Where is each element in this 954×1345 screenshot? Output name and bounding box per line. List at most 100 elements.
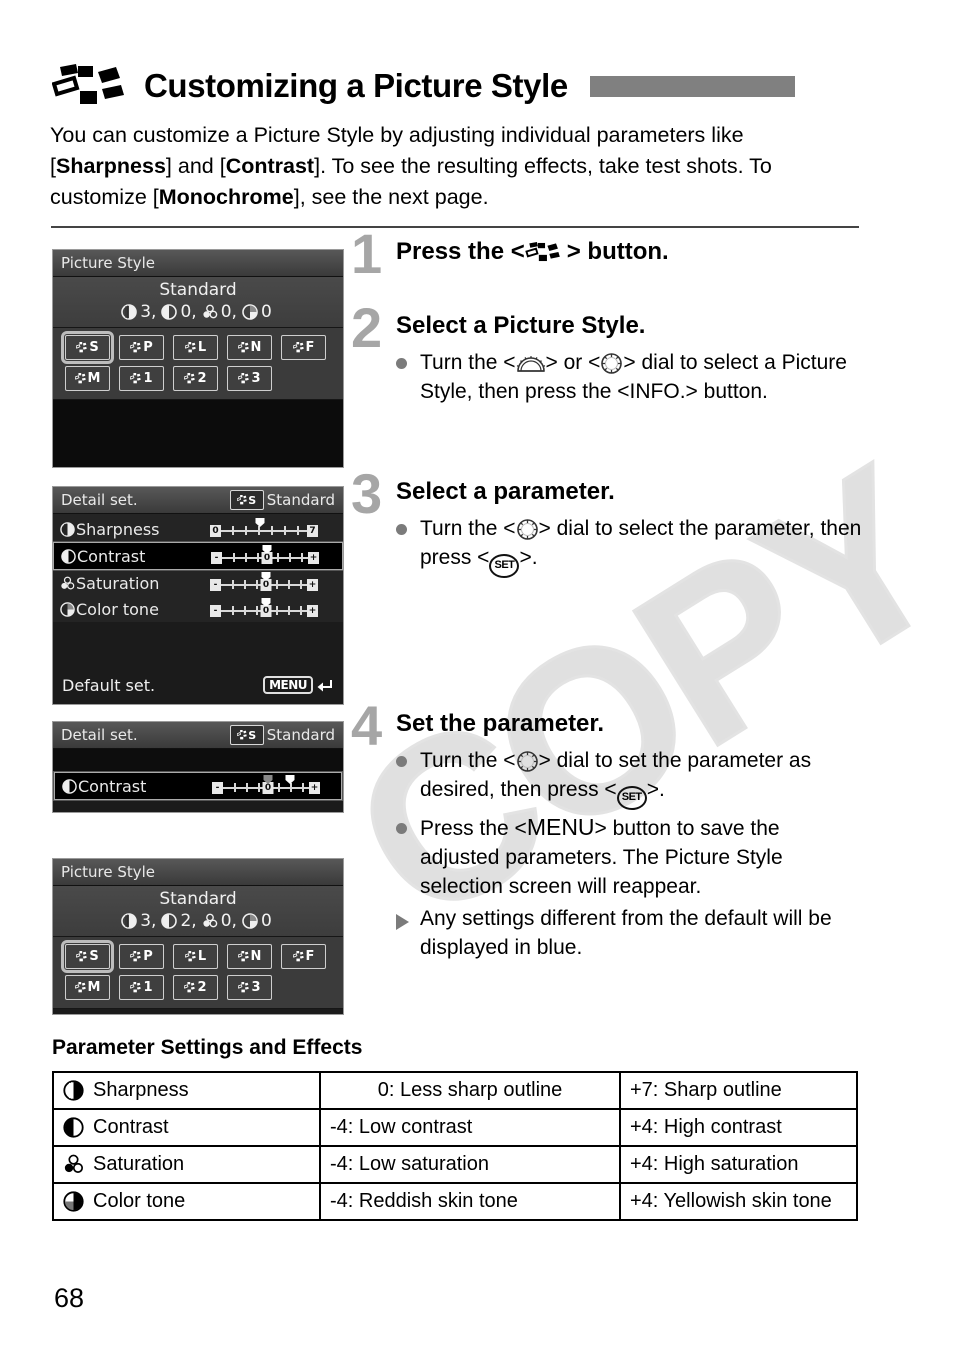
step-body: Turn the < > or < > dial to select a Pictu… [396, 348, 864, 406]
slider-marker[interactable] [255, 518, 265, 527]
style-chip-neutral[interactable]: N [227, 944, 272, 969]
param-row-sharpness[interactable]: Sharpness 0 7 [53, 516, 343, 542]
style-chip-standard: S [229, 490, 264, 510]
chip-letter: L [197, 949, 207, 964]
page-title: Customizing a Picture Style [144, 66, 568, 104]
slider-tick [244, 580, 246, 589]
chip-letter: 2 [197, 371, 207, 386]
picture-style-chip-grid[interactable]: S P L N F M 1 2 3 [53, 328, 343, 400]
bullet-item: Any settings different from the default … [396, 904, 864, 962]
menu-button-chip[interactable]: MENU [263, 676, 313, 694]
slider-tick [284, 526, 286, 535]
lcd-title-text: Detail set. [61, 726, 138, 744]
chip-letter: 1 [143, 371, 153, 386]
saturation-slider[interactable]: - 0 + [210, 572, 318, 593]
intro-bold-monochrome: Monochrome [158, 185, 294, 209]
lcd-title-style: S Standard [229, 490, 335, 510]
value-sharpness: 3, [140, 302, 157, 322]
saturation-icon [64, 1154, 84, 1173]
style-chip-user3[interactable]: 3 [227, 975, 272, 1000]
intro-bold-contrast: Contrast [225, 154, 315, 178]
chip-letter: P [143, 340, 153, 355]
style-chip-user2[interactable]: 2 [173, 366, 218, 391]
chip-letter: L [197, 340, 207, 355]
slider-min-label: - [212, 782, 223, 794]
style-chip-user2[interactable]: 2 [173, 975, 218, 1000]
picture-style-summary: Standard 3, 2, 0, 0 [53, 886, 343, 937]
table-cell-name: Contrast [52, 1108, 321, 1147]
contrast-slider-active[interactable]: - 0 + [212, 775, 320, 796]
row-label: Saturation [93, 1153, 185, 1175]
slider-tick [278, 783, 280, 792]
bullet-part-a: Turn the < [420, 748, 516, 772]
style-chip-landscape[interactable]: L [173, 335, 218, 360]
chip-letter: M [87, 371, 101, 386]
style-chip-monochrome[interactable]: M [65, 975, 110, 1000]
style-chip-neutral[interactable]: N [227, 335, 272, 360]
param-name-wrap: Contrast [62, 777, 212, 796]
slider-marker[interactable] [285, 775, 295, 784]
table-row: Color tone -4: Reddish skin tone +4: Yel… [52, 1182, 858, 1221]
chip-letter: S [248, 493, 257, 507]
step-heading: Set the parameter. [396, 710, 605, 737]
style-name: Standard [266, 726, 335, 744]
set-button-icon: SET [616, 785, 647, 810]
bullet-text: Turn the < > or < > dial to select a Pictu… [420, 348, 864, 406]
style-chip-standard[interactable]: S [61, 331, 114, 364]
chip-letter: F [305, 949, 315, 964]
param-row-color-tone[interactable]: Color tone - 0 + [53, 596, 343, 622]
table-cell-high: +4: High saturation [619, 1145, 858, 1184]
bullet-part-c: >. [646, 777, 665, 801]
chip-letter: N [250, 949, 262, 964]
step-4: 4 Set the parameter. Turn the < > dial to… [351, 698, 864, 965]
param-name-wrap: Contrast [61, 547, 211, 566]
lcd-title-bar: Picture Style [53, 859, 343, 886]
chip-letter: S [89, 340, 99, 355]
style-chip-landscape[interactable]: L [173, 944, 218, 969]
section-divider [51, 226, 859, 228]
lcd-title-style: S Standard [229, 725, 335, 745]
param-row-contrast[interactable]: Contrast - 0 + [53, 542, 343, 570]
sharpness-slider[interactable]: 0 7 [210, 518, 318, 539]
slider-tick [258, 526, 260, 535]
style-chip-faithful[interactable]: F [281, 944, 326, 969]
style-chip-faithful[interactable]: F [281, 335, 326, 360]
style-chip-monochrome[interactable]: M [65, 366, 110, 391]
style-chip-portrait[interactable]: P [119, 335, 164, 360]
intro-line-2e: ]. To see the resulting effects, take te… [314, 154, 681, 178]
param-label: Contrast [77, 546, 146, 566]
chip-letter: F [305, 340, 315, 355]
intro-line-1: You can customize a Picture Style by adj… [50, 123, 706, 147]
style-name: Standard [159, 889, 237, 909]
param-label: Sharpness [76, 519, 160, 539]
bullet-part-a: Press the < [420, 816, 527, 840]
step-number: 2 [351, 296, 383, 359]
slider-tick [271, 526, 273, 535]
style-chip-user3[interactable]: 3 [227, 366, 272, 391]
intro-paragraph: You can customize a Picture Style by adj… [50, 120, 865, 213]
slider-max-label: 7 [307, 525, 318, 537]
menu-return-hint[interactable]: MENU [263, 676, 334, 694]
title-accent-bar [589, 76, 795, 97]
param-row-saturation[interactable]: Saturation - 0 + [53, 570, 343, 596]
slider-tick [302, 783, 304, 792]
default-set-button[interactable]: Default set. [62, 676, 155, 695]
table-row: Saturation -4: Low saturation +4: High s… [52, 1145, 858, 1184]
picture-style-chip-grid[interactable]: S P L N F M 1 2 3 [53, 937, 343, 1009]
param-label: Contrast [78, 776, 147, 796]
slider-tick [257, 553, 259, 562]
param-row-contrast-active[interactable]: Contrast - 0 + [54, 772, 342, 800]
color-tone-slider[interactable]: - 0 + [210, 598, 318, 619]
style-chip-portrait[interactable]: P [119, 944, 164, 969]
style-chip-standard[interactable]: S [61, 940, 114, 973]
style-chip-user1[interactable]: 1 [119, 975, 164, 1000]
bullet-text: Turn the < > dial to select the parameter… [420, 514, 864, 578]
slider-tick [256, 606, 258, 615]
value-color-tone: 0 [260, 911, 272, 931]
chip-letter: 1 [143, 980, 153, 995]
bullet-part-a: Turn the < [420, 350, 516, 374]
style-chip-user1[interactable]: 1 [119, 366, 164, 391]
contrast-slider[interactable]: - 0 + [211, 545, 319, 566]
chip-letter: S [248, 728, 257, 742]
chip-letter: P [143, 949, 153, 964]
